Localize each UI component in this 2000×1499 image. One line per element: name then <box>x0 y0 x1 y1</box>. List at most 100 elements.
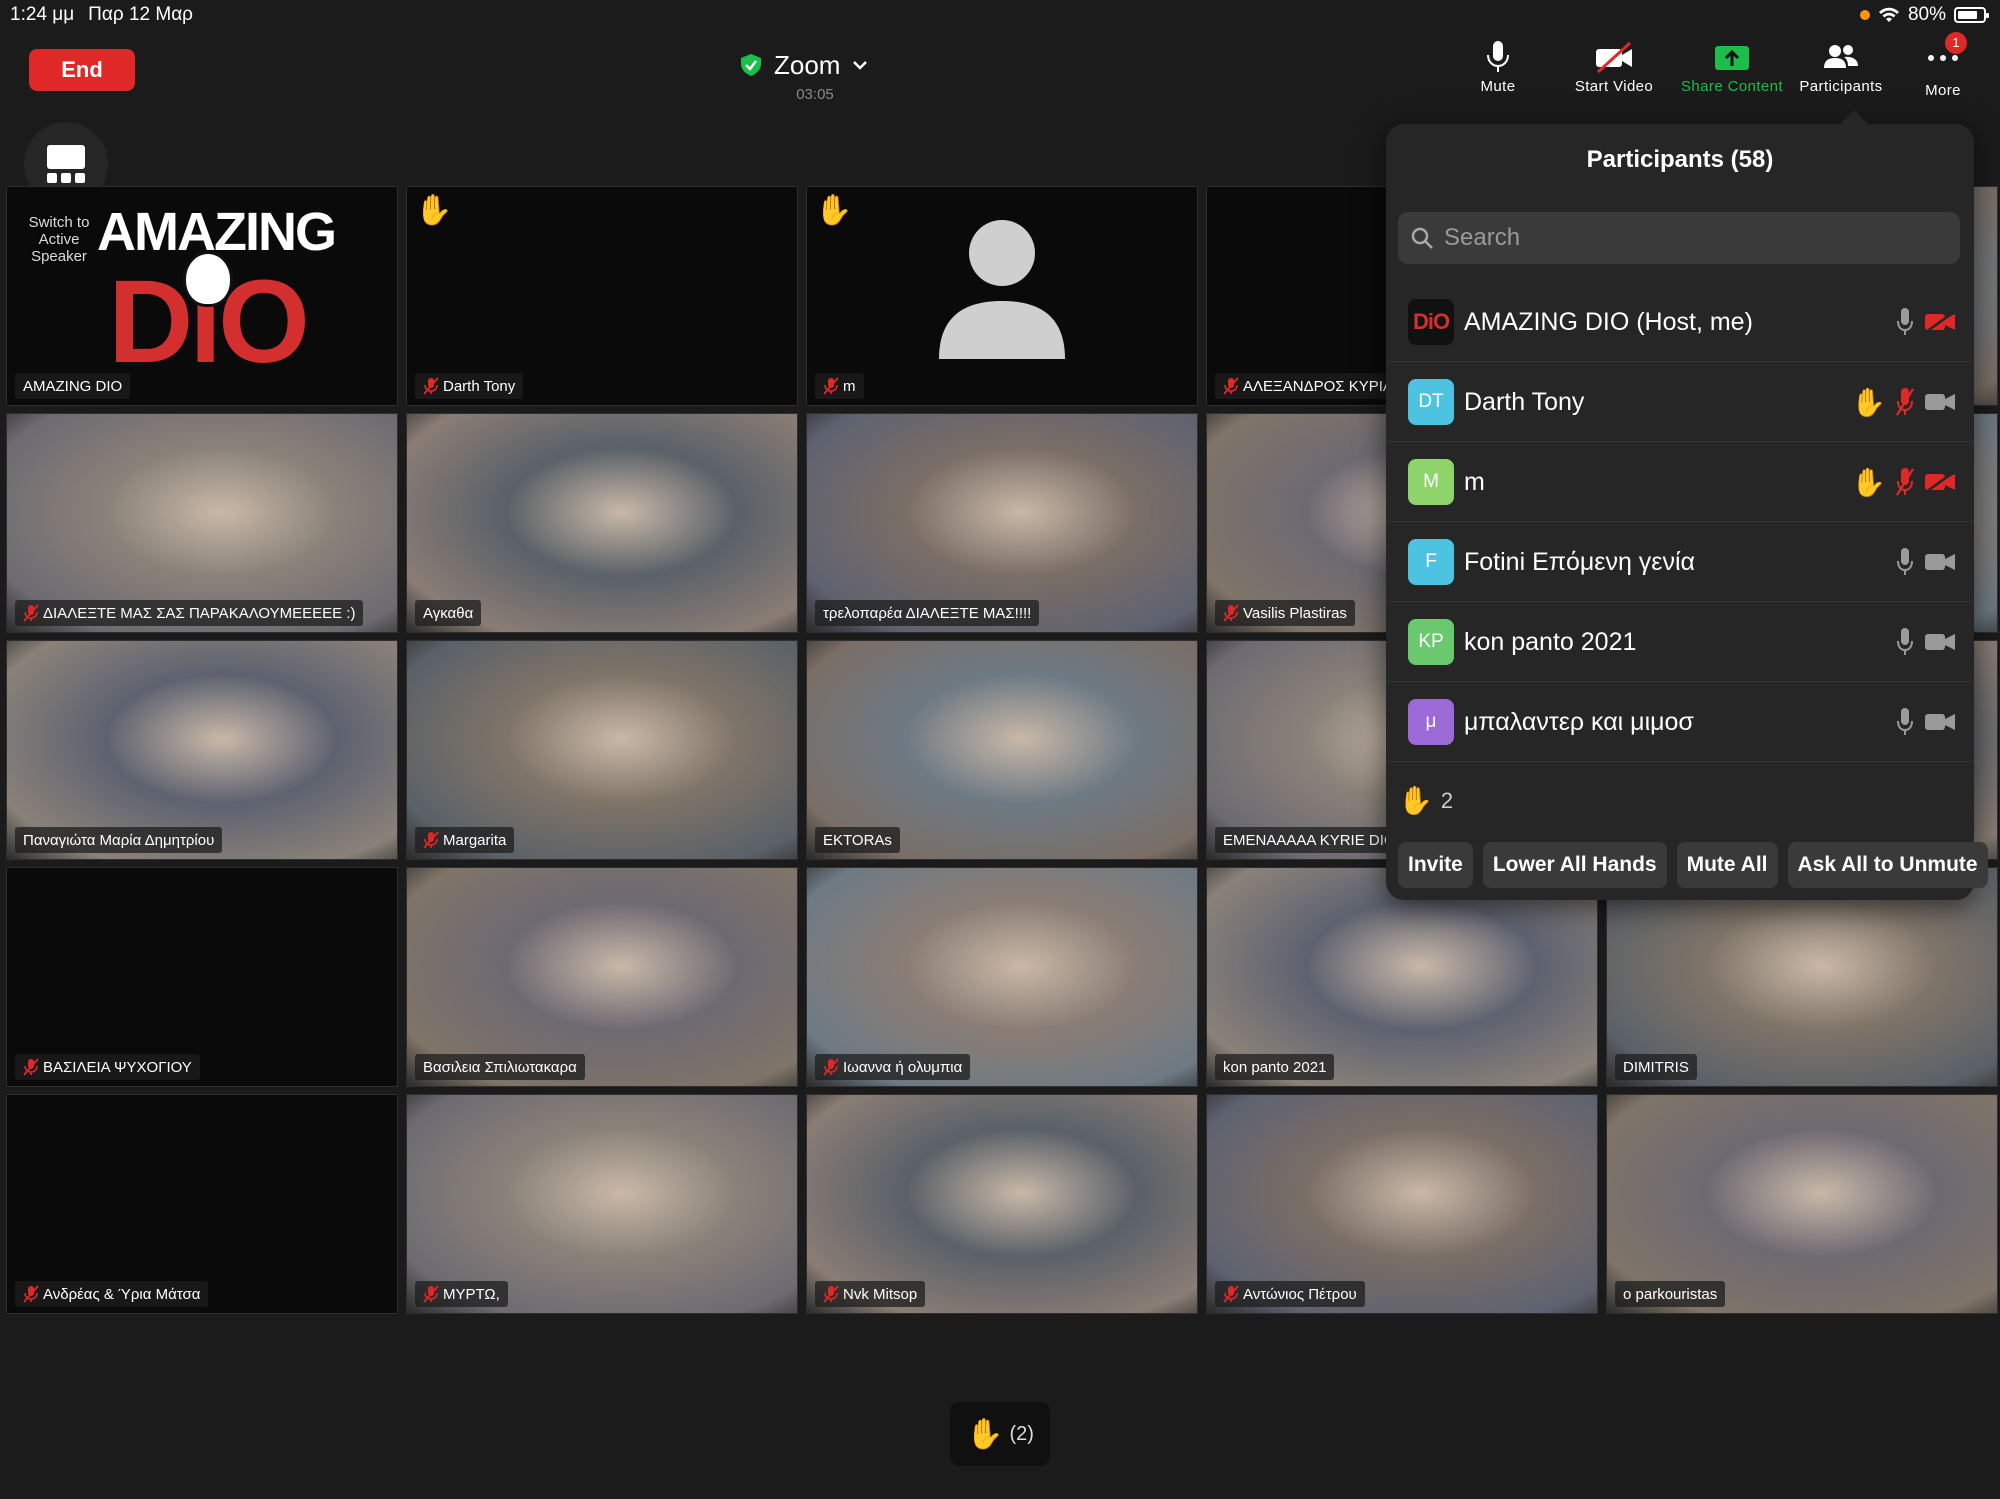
ask-all-unmute-button[interactable]: Ask All to Unmute <box>1787 842 1988 888</box>
mic-muted-icon <box>823 1058 839 1076</box>
participant-name: ΔΙΑΛΕΞΤΕ ΜΑΣ ΣΑΣ ΠΑΡΑΚΑΛΟΥΜΕΕΕΕΕ :) <box>43 604 356 622</box>
participant-row[interactable]: DT Darth Tony ✋ <box>1386 362 1974 442</box>
video-tile[interactable]: o parkouristas <box>1606 1094 1998 1314</box>
meeting-title: Zoom <box>774 49 841 80</box>
meeting-title-dropdown[interactable]: Zoom <box>740 48 890 82</box>
share-content-button[interactable]: Share Content <box>1676 40 1788 100</box>
participant-name-tag: ΒΑΣΙΛΕΙΑ ΨΥΧΟΓΙΟΥ <box>15 1054 200 1080</box>
raised-hand-icon: ✋ <box>1851 386 1886 418</box>
participants-search-input[interactable] <box>1398 212 1960 264</box>
participant-name: EMENAAAAA KYRIE DIO <box>1223 831 1396 849</box>
mic-muted-icon <box>1896 388 1914 416</box>
participant-name-tag: Vasilis Plastiras <box>1215 600 1355 626</box>
video-tile[interactable]: Margarita <box>406 640 798 860</box>
video-tile[interactable]: ΜΥΡΤΩ, <box>406 1094 798 1314</box>
mic-muted-icon <box>1223 377 1239 395</box>
mute-label: Mute <box>1480 78 1516 95</box>
participants-panel: Participants (58) DiO AMAZING DIO (Host, … <box>1386 110 1988 900</box>
raised-hands-indicator[interactable]: ✋ (2) <box>950 1402 1050 1466</box>
wifi-icon <box>1878 7 1899 22</box>
zoom-meeting-screen: 1:24 μμ Παρ 12 Μαρ 80% End Zoom 03:05 Mu… <box>0 0 2000 1499</box>
participant-name: EKTORAs <box>823 831 892 849</box>
participant-name: Nvk Mitsop <box>843 1285 918 1303</box>
participant-name-tag: τρελοπαρέα ΔΙΑΛΕΞΤΕ ΜΑΣ!!!! <box>815 600 1040 626</box>
participants-label: Participants <box>1799 78 1883 95</box>
video-tile[interactable]: Nvk Mitsop <box>806 1094 1198 1314</box>
participant-status-icons <box>1896 304 1956 340</box>
video-tile[interactable]: Παναγιώτα Μαρία Δημητρίου <box>6 640 398 860</box>
participant-name-tag: Margarita <box>415 827 515 853</box>
participant-name-tag: EKTORAs <box>815 827 900 853</box>
participant-name-tag: Βασιλεια Σπιλιωτακαρα <box>415 1054 585 1080</box>
participant-row-name: m <box>1464 468 1485 496</box>
video-camera-icon <box>1925 554 1955 570</box>
participant-name-tag: Nvk Mitsop <box>815 1281 926 1307</box>
invite-button[interactable]: Invite <box>1398 842 1473 888</box>
microphone-icon <box>1897 308 1913 335</box>
participant-row[interactable]: μ μπαλαντερ και μιμοσ <box>1386 682 1974 762</box>
video-tile[interactable]: ΔΙΑΛΕΞΤΕ ΜΑΣ ΣΑΣ ΠΑΡΑΚΑΛΟΥΜΕΕΕΕΕ :) <box>6 413 398 633</box>
video-tile[interactable]: EKTORAs <box>806 640 1198 860</box>
participant-name: kon panto 2021 <box>1223 1058 1327 1076</box>
participant-avatar: M <box>1408 459 1454 505</box>
video-tile[interactable]: kon panto 2021 <box>1206 867 1598 1087</box>
participant-status-icons <box>1896 704 1956 740</box>
participants-button[interactable]: Participants <box>1796 40 1886 100</box>
participant-row-name: AMAZING DIO (Host, me) <box>1464 308 1753 336</box>
start-video-label: Start Video <box>1574 78 1654 95</box>
more-button[interactable]: 1 More <box>1918 32 1968 100</box>
participant-name: ΜΥΡΤΩ, <box>443 1285 500 1303</box>
video-tile[interactable]: ✋ Darth Tony <box>406 186 798 406</box>
participant-status-icons <box>1896 624 1956 660</box>
participants-icon <box>1824 45 1858 68</box>
more-label: More <box>1925 82 1961 99</box>
participant-avatar: F <box>1408 539 1454 585</box>
video-tile[interactable]: Ανδρέας & Ύρια Μάτσα <box>6 1094 398 1314</box>
participant-row[interactable]: Mm ✋ <box>1386 442 1974 522</box>
participant-name: Βασιλεια Σπιλιωτακαρα <box>423 1058 577 1076</box>
video-tile[interactable]: τρελοπαρέα ΔΙΑΛΕΞΤΕ ΜΑΣ!!!! <box>806 413 1198 633</box>
avatar-initials: KP <box>1418 631 1444 652</box>
participant-name-tag: ΜΥΡΤΩ, <box>415 1281 508 1307</box>
participant-row[interactable]: F Fotini Επόμενη γενία <box>1386 522 1974 602</box>
participant-name-tag: Ιωαννα ή ολυμπια <box>815 1054 971 1080</box>
battery-percent: 80% <box>1907 4 1946 25</box>
start-video-button[interactable]: Start Video <box>1566 40 1662 100</box>
participant-row-name: μπαλαντερ και μιμοσ <box>1464 708 1694 736</box>
participant-name-tag: Darth Tony <box>415 373 524 399</box>
video-tile[interactable]: Βασιλεια Σπιλιωτακαρα <box>406 867 798 1087</box>
video-tile[interactable]: Αγκαθα <box>406 413 798 633</box>
raised-hand-icon: ✋ <box>1851 466 1886 498</box>
mic-muted-icon <box>423 377 439 395</box>
mute-button[interactable]: Mute <box>1470 40 1526 100</box>
mic-muted-icon <box>1223 604 1239 622</box>
end-meeting-button[interactable]: End <box>29 49 135 91</box>
participant-name: τρελοπαρέα ΔΙΑΛΕΞΤΕ ΜΑΣ!!!! <box>823 604 1032 622</box>
video-tile[interactable]: ΒΑΣΙΛΕΙΑ ΨΥΧΟΓΙΟΥ <box>6 867 398 1087</box>
mute-all-button[interactable]: Mute All <box>1676 842 1778 888</box>
participant-row[interactable]: KP kon panto 2021 <box>1386 602 1974 682</box>
participant-row[interactable]: DiO AMAZING DIO (Host, me) <box>1386 282 1974 362</box>
participant-name: Vasilis Plastiras <box>1243 604 1347 622</box>
encryption-shield-icon <box>741 54 761 76</box>
more-notification-badge: 1 <box>1945 32 1967 54</box>
participant-name-tag: o parkouristas <box>1615 1281 1726 1307</box>
lower-all-hands-button[interactable]: Lower All Hands <box>1482 842 1667 888</box>
amazing-dio-logo: AMAZING DiO <box>97 202 337 388</box>
participant-name: AMAZING DIO <box>23 377 123 395</box>
panel-actions: Invite Lower All Hands Mute All Ask All … <box>1398 842 1988 888</box>
default-avatar-icon <box>939 220 1065 359</box>
video-tile[interactable]: ✋ m <box>806 186 1198 406</box>
video-off-icon <box>1925 471 1955 493</box>
participant-avatar: KP <box>1408 619 1454 665</box>
microphone-icon <box>1487 41 1509 72</box>
video-tile[interactable]: DIMITRIS <box>1606 867 1998 1087</box>
battery-icon <box>1954 7 1989 23</box>
participant-status-icons <box>1896 544 1956 580</box>
video-tile[interactable]: Αντώνιος Πέτρου <box>1206 1094 1598 1314</box>
raised-hands-summary: ✋ 2 <box>1398 784 1453 817</box>
video-camera-icon <box>1925 394 1955 410</box>
participant-name-tag: Αγκαθα <box>415 600 482 626</box>
video-tile[interactable]: Ιωαννα ή ολυμπια <box>806 867 1198 1087</box>
participant-name-tag: Αντώνιος Πέτρου <box>1215 1281 1365 1307</box>
